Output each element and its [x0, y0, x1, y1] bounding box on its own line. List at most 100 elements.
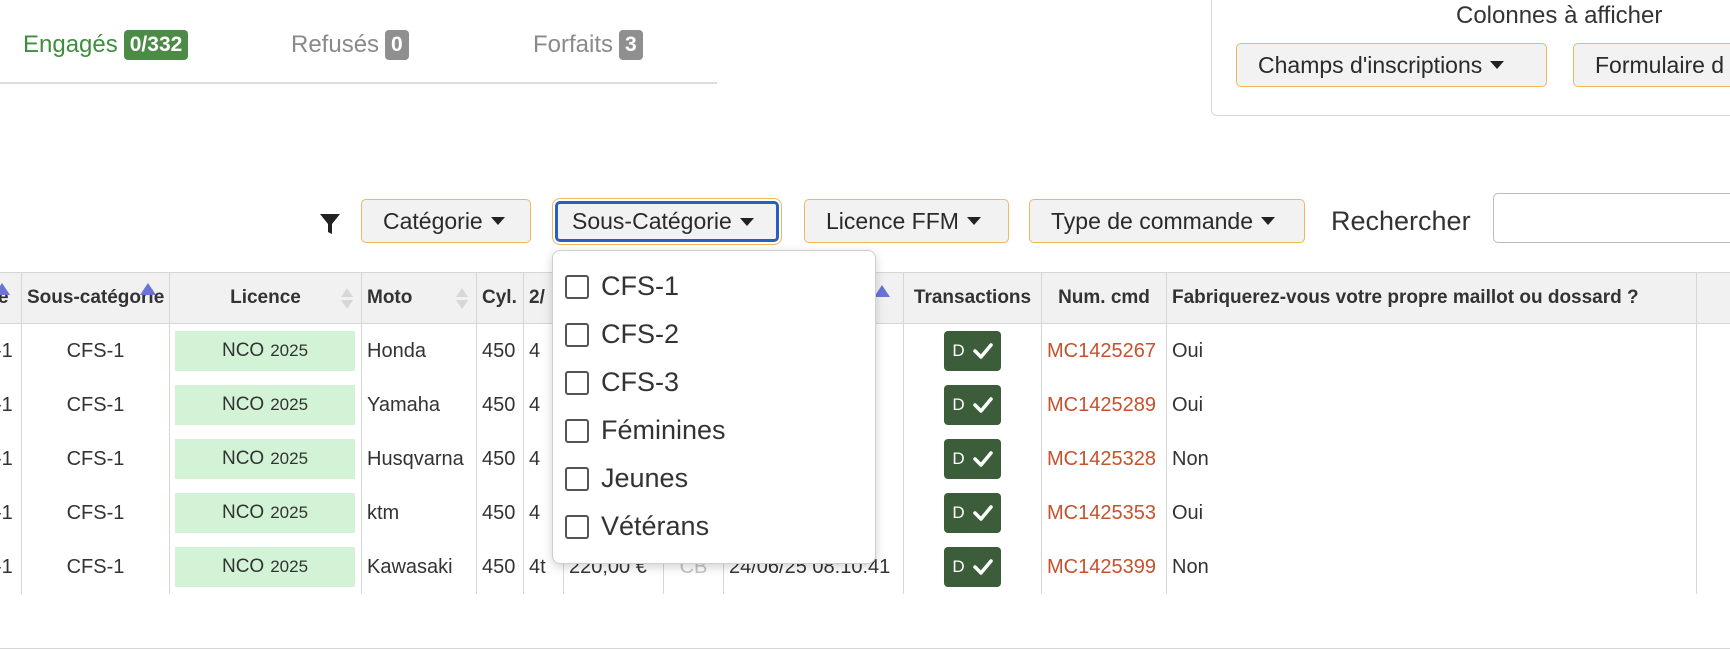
cell-moto: ktm: [362, 486, 477, 540]
cell-licence: NCO 2025: [170, 432, 362, 486]
chevron-down-icon: [966, 217, 981, 225]
checkmark-icon: [972, 505, 993, 521]
cell-cylinder-text: 450: [482, 339, 516, 362]
checkbox[interactable]: [565, 370, 589, 395]
cell-licence: NCO 2025: [170, 540, 362, 594]
tab-forfaits[interactable]: Forfaits 3: [533, 30, 643, 60]
registration-tabs: Engagés 0/332 Refusés 0 Forfaits 3: [0, 0, 717, 84]
licence-badge: NCO 2025: [175, 331, 355, 371]
chevron-down-icon: [490, 217, 505, 225]
cell-order-number[interactable]: MC1425399: [1042, 540, 1167, 594]
cell-cylinder-text: 450: [482, 447, 516, 470]
cell-cylinder-text: 450: [482, 393, 516, 416]
transaction-button[interactable]: D: [944, 439, 1001, 479]
subcategory-filter-button[interactable]: Sous-Catégorie: [552, 198, 782, 245]
transaction-button[interactable]: D: [944, 547, 1001, 587]
checkmark-icon: [972, 451, 993, 467]
tab-refuses[interactable]: Refusés 0: [291, 30, 409, 60]
cell-order-number[interactable]: MC1425267: [1042, 324, 1167, 378]
licence-badge: NCO 2025: [175, 439, 355, 479]
registration-fields-label: Champs d'inscriptions: [1258, 51, 1483, 78]
columns-panel-title: Colonnes à afficher: [1456, 2, 1663, 29]
checkbox[interactable]: [565, 514, 589, 539]
cell-moto: Yamaha: [362, 378, 477, 432]
registration-fields-button[interactable]: Champs d'inscriptions: [1236, 43, 1547, 87]
cell-category: -1: [0, 378, 22, 432]
category-filter-button[interactable]: Catégorie: [361, 199, 531, 243]
licence-year: 2025: [270, 395, 309, 414]
cell-subcategory: CFS-1: [22, 324, 170, 378]
licence-badge: NCO 2025: [175, 385, 355, 425]
transaction-button[interactable]: D: [944, 331, 1001, 371]
form-columns-button[interactable]: Formulaire d: [1573, 43, 1730, 87]
header-licence-label: Licence: [230, 287, 301, 308]
checkbox[interactable]: [565, 274, 589, 299]
header-licence[interactable]: Licence: [170, 273, 362, 323]
header-own-jersey-question[interactable]: Fabriquerez-vous votre propre maillot ou…: [1167, 273, 1697, 323]
cell-stroke-text: 4: [529, 447, 541, 470]
order-type-filter-button[interactable]: Type de commande: [1029, 199, 1305, 243]
header-own-jersey-question-label: Fabriquerez-vous votre propre maillot ou…: [1172, 287, 1639, 308]
header-transactions[interactable]: Transactions: [904, 273, 1042, 323]
cell-transactions: D: [904, 486, 1042, 540]
dropdown-option-cfs-1[interactable]: CFS-1: [565, 271, 679, 302]
search-input[interactable]: [1493, 193, 1730, 243]
header-subcategory[interactable]: Sous-catégorie: [22, 273, 170, 323]
cell-category-text: -1: [0, 393, 13, 416]
dropdown-option-label: CFS-1: [601, 271, 680, 301]
header-moto[interactable]: Moto: [362, 273, 477, 323]
dropdown-option-veterans[interactable]: Vétérans: [565, 511, 709, 542]
cell-order-number[interactable]: MC1425353: [1042, 486, 1167, 540]
checkbox[interactable]: [565, 322, 589, 347]
cell-stroke-text: 4: [529, 501, 541, 524]
cell-order-number-text[interactable]: MC1425328: [1047, 448, 1156, 471]
checkbox[interactable]: [565, 466, 589, 491]
cell-order-number-text[interactable]: MC1425353: [1047, 502, 1156, 525]
checkbox[interactable]: [565, 418, 589, 443]
dropdown-option-jeunes[interactable]: Jeunes: [565, 463, 688, 494]
transaction-code: D: [952, 503, 965, 522]
cell-own-jersey-answer: Oui: [1167, 486, 1697, 540]
licence-type: NCO: [221, 394, 265, 415]
transaction-button[interactable]: D: [944, 385, 1001, 425]
tab-engages-label: Engagés: [23, 31, 118, 58]
chevron-down-icon: [1490, 61, 1505, 69]
dropdown-option-label: Vétérans: [601, 511, 710, 541]
cell-subcategory-text: CFS-1: [66, 501, 125, 524]
subcategory-dropdown-menu: CFS-1 CFS-2 CFS-3 Féminines Jeunes Vétér…: [552, 250, 876, 564]
cell-subcategory: CFS-1: [22, 486, 170, 540]
header-category[interactable]: e: [0, 273, 22, 323]
cell-own-jersey-answer: Non: [1167, 540, 1697, 594]
dropdown-option-cfs-2[interactable]: CFS-2: [565, 319, 679, 350]
cell-order-number[interactable]: MC1425289: [1042, 378, 1167, 432]
tab-refuses-count-badge: 0: [385, 30, 409, 60]
sort-active-icon: [140, 283, 156, 295]
transaction-code: D: [952, 557, 965, 576]
cell-moto-text: Honda: [367, 339, 426, 362]
tab-refuses-label: Refusés: [291, 31, 380, 58]
checkmark-icon: [972, 559, 993, 575]
licence-type: NCO: [221, 448, 265, 469]
tab-forfaits-count-badge: 3: [619, 30, 643, 60]
sort-icon: [341, 288, 353, 310]
cell-own-jersey-answer-text: Non: [1172, 555, 1209, 578]
cell-order-number-text[interactable]: MC1425399: [1047, 556, 1156, 579]
tab-engages[interactable]: Engagés 0/332: [23, 30, 189, 60]
cell-cylinder: 450: [477, 432, 524, 486]
header-transactions-label: Transactions: [913, 287, 1032, 308]
header-cylinder[interactable]: Cyl.: [477, 273, 524, 323]
transaction-button[interactable]: D: [944, 493, 1001, 533]
licence-type: NCO: [221, 502, 265, 523]
licence-ffm-filter-button[interactable]: Licence FFM: [804, 199, 1009, 243]
checkmark-icon: [972, 397, 993, 413]
header-order-number[interactable]: Num. cmd: [1042, 273, 1167, 323]
cell-order-number[interactable]: MC1425328: [1042, 432, 1167, 486]
licence-badge: NCO 2025: [175, 547, 355, 587]
cell-own-jersey-answer-text: Non: [1172, 447, 1209, 470]
dropdown-option-label: Jeunes: [601, 463, 689, 493]
cell-order-number-text[interactable]: MC1425267: [1047, 340, 1156, 363]
dropdown-option-feminines[interactable]: Féminines: [565, 415, 726, 446]
dropdown-option-cfs-3[interactable]: CFS-3: [565, 367, 679, 398]
cell-category-text: -1: [0, 339, 13, 362]
cell-order-number-text[interactable]: MC1425289: [1047, 394, 1156, 417]
